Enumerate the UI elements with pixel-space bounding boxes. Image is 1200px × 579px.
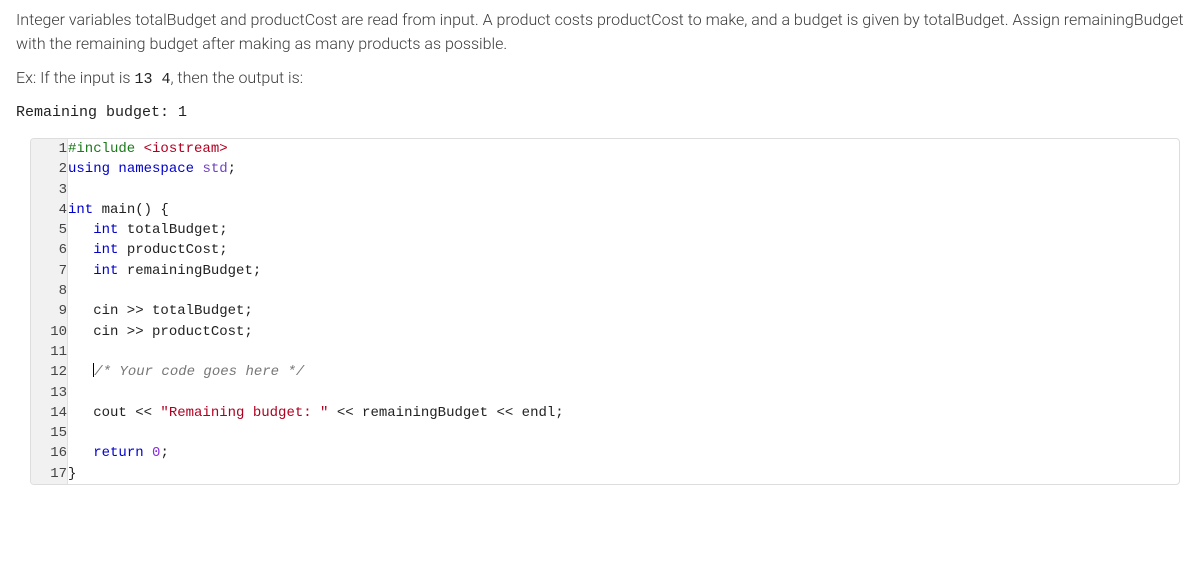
code-table: 1#include <iostream>2using namespace std…	[31, 139, 1179, 484]
line-content[interactable]	[68, 423, 1180, 443]
code-line[interactable]: 15	[31, 423, 1179, 443]
code-line[interactable]: 1#include <iostream>	[31, 139, 1179, 159]
line-content[interactable]: #include <iostream>	[68, 139, 1180, 159]
code-token: remainingBudget;	[127, 263, 261, 279]
example-input: 13 4	[134, 71, 170, 88]
line-number: 12	[31, 362, 68, 382]
example-output: Remaining budget: 1	[16, 102, 1184, 125]
line-content[interactable]	[68, 383, 1180, 403]
code-line[interactable]: 5 int totalBudget;	[31, 220, 1179, 240]
code-line[interactable]: 8	[31, 281, 1179, 301]
code-line[interactable]: 16 return 0;	[31, 443, 1179, 463]
code-line[interactable]: 14 cout << "Remaining budget: " << remai…	[31, 403, 1179, 423]
line-content[interactable]: }	[68, 464, 1180, 484]
line-content[interactable]: cout << "Remaining budget: " << remainin…	[68, 403, 1180, 423]
problem-statement: Integer variables totalBudget and produc…	[16, 8, 1184, 56]
code-token: using	[68, 161, 118, 177]
code-token: cout <<	[68, 405, 160, 421]
line-number: 10	[31, 322, 68, 342]
code-token: "Remaining budget: "	[160, 405, 328, 421]
code-token: <iostream>	[144, 141, 228, 157]
code-token: totalBudget;	[127, 222, 228, 238]
code-token: std	[202, 161, 227, 177]
line-number: 15	[31, 423, 68, 443]
line-content[interactable]: cin >> totalBudget;	[68, 301, 1180, 321]
code-line[interactable]: 13	[31, 383, 1179, 403]
line-number: 5	[31, 220, 68, 240]
line-content[interactable]: cin >> productCost;	[68, 322, 1180, 342]
line-number: 16	[31, 443, 68, 463]
line-number: 6	[31, 240, 68, 260]
code-token: << remainingBudget << endl;	[328, 405, 563, 421]
code-token: () {	[135, 202, 169, 218]
line-content[interactable]: int totalBudget;	[68, 220, 1180, 240]
code-token: int	[93, 242, 127, 258]
code-token	[68, 222, 93, 238]
line-content[interactable]: return 0;	[68, 443, 1180, 463]
code-token: namespace	[118, 161, 202, 177]
line-content[interactable]: int remainingBudget;	[68, 261, 1180, 281]
code-line[interactable]: 11	[31, 342, 1179, 362]
code-line[interactable]: 17}	[31, 464, 1179, 484]
example-text-b: , then the output is:	[170, 68, 303, 87]
line-number: 7	[31, 261, 68, 281]
line-number: 1	[31, 139, 68, 159]
code-line[interactable]: 10 cin >> productCost;	[31, 322, 1179, 342]
line-content[interactable]	[68, 180, 1180, 200]
line-number: 11	[31, 342, 68, 362]
line-content[interactable]	[68, 342, 1180, 362]
line-content[interactable]: using namespace std;	[68, 159, 1180, 179]
code-line[interactable]: 12 /* Your code goes here */	[31, 362, 1179, 382]
code-line[interactable]: 7 int remainingBudget;	[31, 261, 1179, 281]
line-number: 8	[31, 281, 68, 301]
code-token: return	[93, 445, 152, 461]
code-line[interactable]: 9 cin >> totalBudget;	[31, 301, 1179, 321]
line-number: 17	[31, 464, 68, 484]
code-line[interactable]: 6 int productCost;	[31, 240, 1179, 260]
code-token: cin >> productCost;	[68, 324, 253, 340]
code-token	[68, 242, 93, 258]
code-token	[68, 263, 93, 279]
code-token: }	[68, 466, 76, 482]
line-number: 14	[31, 403, 68, 423]
code-token	[68, 445, 93, 461]
code-token: ;	[228, 161, 236, 177]
line-number: 2	[31, 159, 68, 179]
example-intro: Ex: If the input is 13 4, then the outpu…	[16, 66, 1184, 92]
code-token: int	[68, 202, 102, 218]
example-text-a: Ex: If the input is	[16, 68, 134, 87]
code-token: main	[102, 202, 136, 218]
line-content[interactable]: int main() {	[68, 200, 1180, 220]
code-token: productCost;	[127, 242, 228, 258]
line-content[interactable]: int productCost;	[68, 240, 1180, 260]
code-token	[68, 364, 93, 380]
code-line[interactable]: 2using namespace std;	[31, 159, 1179, 179]
line-content[interactable]: /* Your code goes here */	[68, 362, 1180, 382]
code-token: cin >> totalBudget;	[68, 303, 253, 319]
code-token: ;	[160, 445, 168, 461]
line-content[interactable]	[68, 281, 1180, 301]
code-token: #include	[68, 141, 144, 157]
code-editor[interactable]: 1#include <iostream>2using namespace std…	[30, 138, 1180, 485]
code-line[interactable]: 4int main() {	[31, 200, 1179, 220]
line-number: 4	[31, 200, 68, 220]
line-number: 9	[31, 301, 68, 321]
code-line[interactable]: 3	[31, 180, 1179, 200]
code-token: /* Your code goes here */	[94, 364, 304, 380]
line-number: 3	[31, 180, 68, 200]
code-token: int	[93, 263, 127, 279]
line-number: 13	[31, 383, 68, 403]
code-token: int	[93, 222, 127, 238]
